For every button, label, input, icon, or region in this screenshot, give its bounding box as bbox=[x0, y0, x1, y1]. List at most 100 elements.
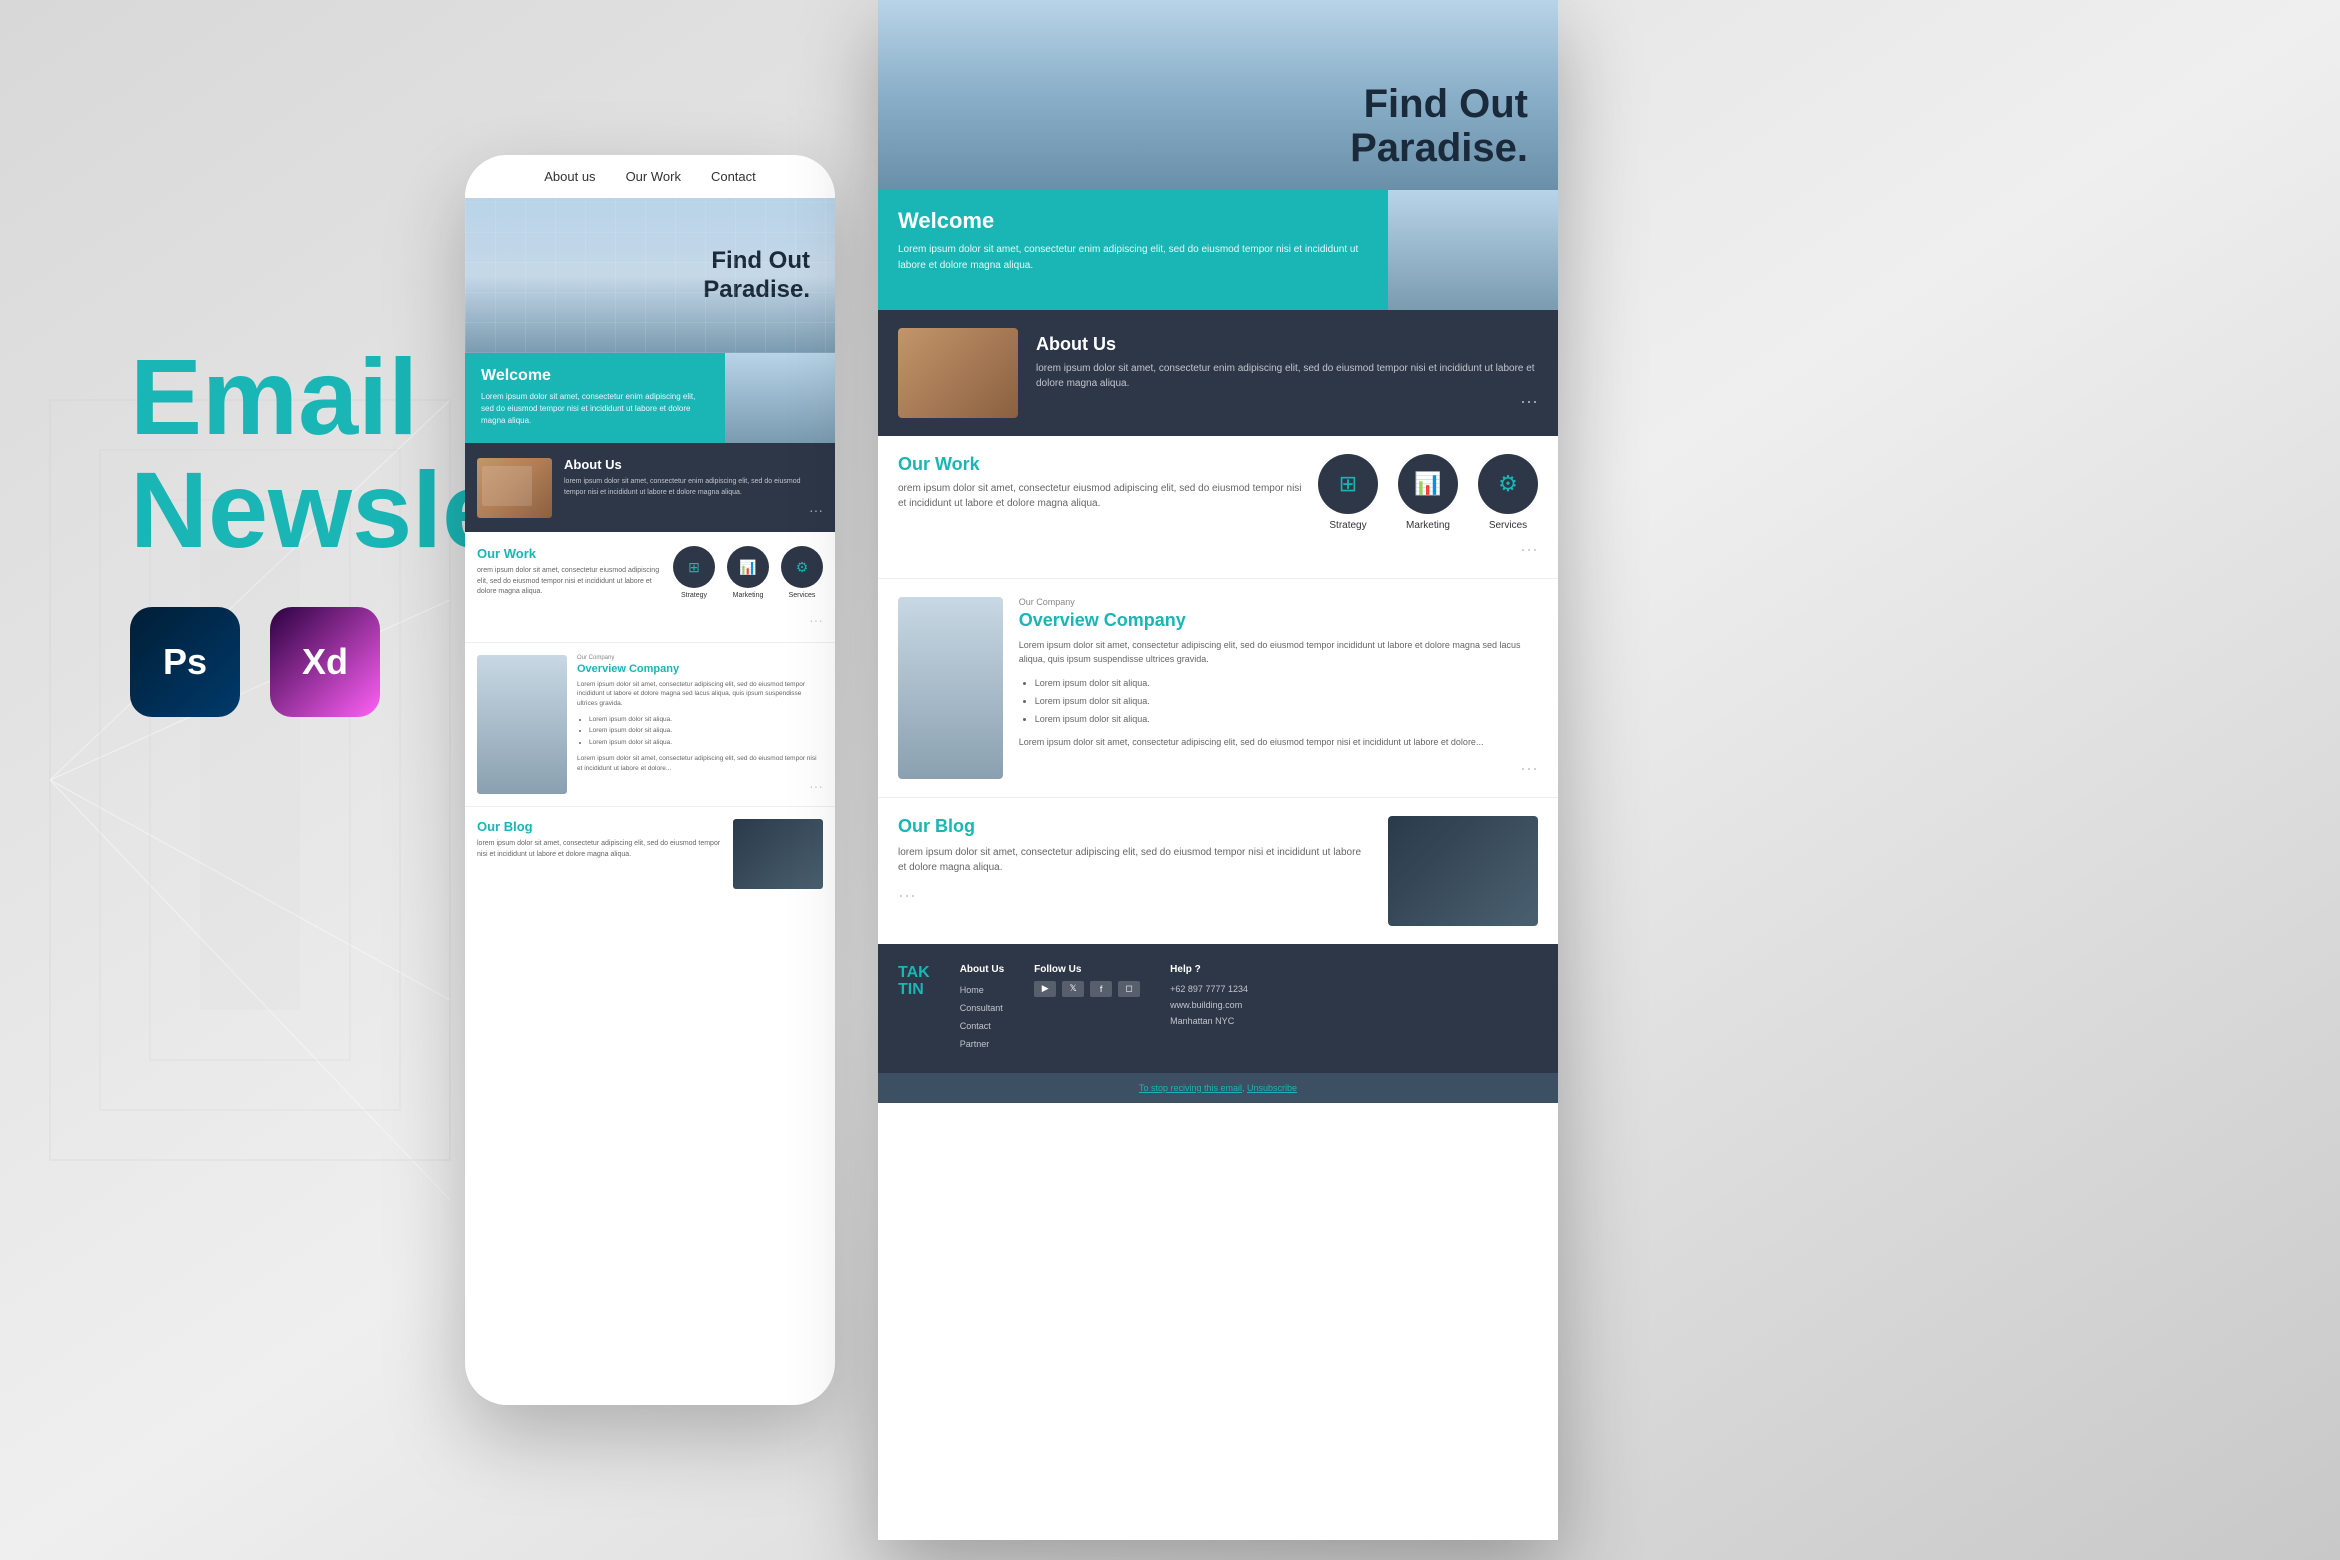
lp-unsub-text: To stop reciving this email, bbox=[1139, 1083, 1245, 1093]
overview-title-small: Overview Company bbox=[577, 663, 823, 675]
lp-overview-list: Lorem ipsum dolor sit aliqua. Lorem ipsu… bbox=[1019, 674, 1538, 728]
lp-about-title: About Us bbox=[1036, 334, 1538, 355]
services-circle-small: ⚙ bbox=[781, 546, 823, 588]
marketing-icon-item-small: 📊 Marketing bbox=[727, 546, 769, 602]
lp-strategy-circle: ⊞ bbox=[1318, 454, 1378, 514]
lp-overview-body2: Lorem ipsum dolor sit amet, consectetur … bbox=[1019, 736, 1538, 750]
work-dots-small: ··· bbox=[477, 612, 823, 628]
phone-mockup-small: About us Our Work Contact Find Out Parad… bbox=[465, 155, 835, 1405]
lp-blog-img bbox=[1388, 816, 1538, 926]
lp-blog-dots: ··· bbox=[898, 885, 1372, 906]
lp-footer-contact[interactable]: Contact bbox=[960, 1017, 1004, 1035]
lp-about: About Us lorem ipsum dolor sit amet, con… bbox=[878, 310, 1558, 436]
lp-overview-li-3: Lorem ipsum dolor sit aliqua. bbox=[1035, 710, 1538, 728]
lp-blog-title: Our Blog bbox=[898, 816, 1372, 837]
about-content-small: About Us lorem ipsum dolor sit amet, con… bbox=[564, 457, 823, 518]
welcome-title-small: Welcome bbox=[481, 367, 709, 385]
work-icons-small: ⊞ Strategy 📊 Marketing ⚙ Services bbox=[673, 546, 823, 602]
lp-overview-title: Overview Company bbox=[1019, 610, 1538, 631]
hero-bg-small: Find Out Paradise. bbox=[465, 198, 835, 353]
photoshop-icon: Ps bbox=[130, 607, 240, 717]
lp-about-img bbox=[898, 328, 1018, 418]
lp-unsub-link[interactable]: Unsubscribe bbox=[1247, 1083, 1297, 1093]
ourwork-body-small: orem ipsum dolor sit amet, consectetur e… bbox=[477, 566, 665, 598]
strategy-label-small: Strategy bbox=[681, 592, 707, 599]
lp-hero: Find Out Paradise. bbox=[878, 0, 1558, 190]
lp-footer-brand: TAKTIN bbox=[898, 964, 930, 1053]
lp-marketing-circle: 📊 bbox=[1398, 454, 1458, 514]
about-section-small: About Us lorem ipsum dolor sit amet, con… bbox=[465, 443, 835, 532]
strategy-icon-item-small: ⊞ Strategy bbox=[673, 546, 715, 602]
nav-contact-small[interactable]: Contact bbox=[711, 169, 756, 184]
hero-text-small: Find Out Paradise. bbox=[703, 247, 810, 305]
lp-overview-img bbox=[898, 597, 1003, 779]
lp-hero-text: Find Out Paradise. bbox=[1350, 82, 1528, 170]
lp-overview-li-2: Lorem ipsum dolor sit aliqua. bbox=[1035, 692, 1538, 710]
lp-footer-partner[interactable]: Partner bbox=[960, 1035, 1004, 1053]
services-label-small: Services bbox=[789, 592, 816, 599]
lp-services-item: ⚙ Services bbox=[1478, 454, 1538, 531]
adobexd-icon: Xd bbox=[270, 607, 380, 717]
youtube-icon[interactable]: ▶ bbox=[1034, 981, 1056, 997]
lp-footer-help: Help ? +62 897 7777 1234 www.building.co… bbox=[1170, 964, 1248, 1053]
overview-dots-small: ··· bbox=[577, 778, 823, 794]
ourwork-title-small: Our Work bbox=[477, 546, 665, 561]
lp-footer-phone: +62 897 7777 1234 bbox=[1170, 981, 1248, 997]
lp-footer-city: Manhattan NYC bbox=[1170, 1013, 1248, 1029]
lp-marketing-item: 📊 Marketing bbox=[1398, 454, 1458, 531]
overview-content-small: Our Company Overview Company Lorem ipsum… bbox=[577, 655, 823, 795]
lp-about-body: lorem ipsum dolor sit amet, consectetur … bbox=[1036, 361, 1538, 391]
blog-body-small: lorem ipsum dolor sit amet, consectetur … bbox=[477, 839, 723, 860]
twitter-icon[interactable]: 𝕏 bbox=[1062, 981, 1084, 997]
lp-overview-li-1: Lorem ipsum dolor sit aliqua. bbox=[1035, 674, 1538, 692]
lp-overview: Our Company Overview Company Lorem ipsum… bbox=[878, 578, 1558, 797]
lp-footer-home[interactable]: Home bbox=[960, 981, 1004, 999]
strategy-circle-small: ⊞ bbox=[673, 546, 715, 588]
hero-section-small: Find Out Paradise. bbox=[465, 198, 835, 353]
services-icon-item-small: ⚙ Services bbox=[781, 546, 823, 602]
lp-blog: Our Blog lorem ipsum dolor sit amet, con… bbox=[878, 797, 1558, 944]
lp-overview-sub: Our Company bbox=[1019, 597, 1538, 607]
lp-ourwork-body: orem ipsum dolor sit amet, consectetur e… bbox=[898, 481, 1304, 511]
lp-ourwork-title: Our Work bbox=[898, 454, 1304, 475]
lp-welcome-title: Welcome bbox=[898, 208, 1368, 234]
email-nav-small: About us Our Work Contact bbox=[465, 155, 835, 198]
lp-brand-name: TAKTIN bbox=[898, 964, 930, 999]
welcome-img-small bbox=[725, 353, 835, 443]
facebook-icon[interactable]: f bbox=[1090, 981, 1112, 997]
lp-blog-body: lorem ipsum dolor sit amet, consectetur … bbox=[898, 845, 1372, 875]
about-title-small: About Us bbox=[564, 457, 823, 472]
lp-footer: TAKTIN About Us Home Consultant Contact … bbox=[878, 944, 1558, 1073]
lp-ourwork: Our Work orem ipsum dolor sit amet, cons… bbox=[878, 436, 1558, 578]
lp-footer-links: About Us Home Consultant Contact Partner bbox=[960, 964, 1004, 1053]
lp-welcome-body: Lorem ipsum dolor sit amet, consectetur … bbox=[898, 242, 1368, 274]
overview-subtitle-small: Our Company bbox=[577, 655, 823, 661]
lp-work-icons: ⊞ Strategy 📊 Marketing ⚙ Services bbox=[1318, 454, 1538, 531]
lp-welcome-img bbox=[1388, 190, 1558, 310]
about-dots-small: ··· bbox=[564, 502, 823, 518]
overview-list-small: Lorem ipsum dolor sit aliqua. Lorem ipsu… bbox=[577, 714, 823, 749]
overview-body1-small: Lorem ipsum dolor sit amet, consectetur … bbox=[577, 680, 823, 709]
instagram-icon[interactable]: ◻ bbox=[1118, 981, 1140, 997]
welcome-body-small: Lorem ipsum dolor sit amet, consectetur … bbox=[481, 391, 709, 427]
lp-about-dots: ··· bbox=[1036, 391, 1538, 412]
lp-services-label: Services bbox=[1489, 520, 1527, 531]
lp-blog-content: Our Blog lorem ipsum dolor sit amet, con… bbox=[898, 816, 1372, 926]
overview-img-small bbox=[477, 655, 567, 795]
overview-body2-small: Lorem ipsum dolor sit amet, consectetur … bbox=[577, 754, 823, 774]
welcome-left-small: Welcome Lorem ipsum dolor sit amet, cons… bbox=[465, 353, 725, 443]
blog-section-small: Our Blog lorem ipsum dolor sit amet, con… bbox=[465, 806, 835, 901]
lp-welcome: Welcome Lorem ipsum dolor sit amet, cons… bbox=[878, 190, 1558, 310]
about-img-small bbox=[477, 458, 552, 518]
lp-strategy-item: ⊞ Strategy bbox=[1318, 454, 1378, 531]
blog-img-small bbox=[733, 819, 823, 889]
lp-footer-consultant[interactable]: Consultant bbox=[960, 999, 1004, 1017]
lp-follow-title: Follow Us bbox=[1034, 964, 1140, 975]
lp-links-title: About Us bbox=[960, 964, 1004, 975]
overview-list-item-1-small: Lorem ipsum dolor sit aliqua. bbox=[589, 714, 823, 726]
lp-overview-content: Our Company Overview Company Lorem ipsum… bbox=[1019, 597, 1538, 779]
marketing-label-small: Marketing bbox=[733, 592, 764, 599]
nav-work-small[interactable]: Our Work bbox=[626, 169, 681, 184]
nav-about-small[interactable]: About us bbox=[544, 169, 595, 184]
overview-list-item-3-small: Lorem ipsum dolor sit aliqua. bbox=[589, 737, 823, 749]
